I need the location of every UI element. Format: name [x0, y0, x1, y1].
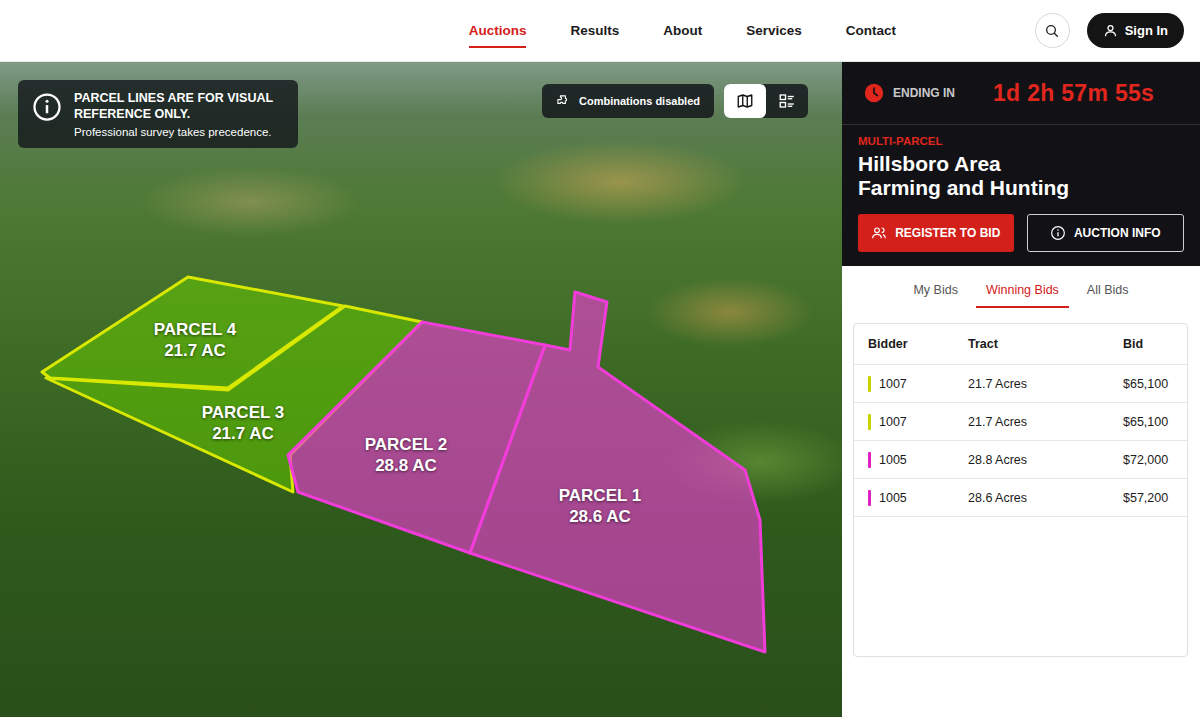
- nav-item[interactable]: Contact: [846, 0, 896, 61]
- sign-in-button[interactable]: Sign In: [1087, 13, 1184, 48]
- bid-tab[interactable]: My Bids: [903, 280, 967, 308]
- table-header: BidderTractBid: [854, 324, 1187, 365]
- bids-table: BidderTractBid100721.7 Acres$65,10010072…: [853, 323, 1188, 657]
- info-icon: [32, 92, 62, 122]
- bid-tab[interactable]: Winning Bids: [976, 280, 1069, 308]
- search-icon: [1044, 23, 1060, 39]
- user-icon: [1103, 23, 1118, 38]
- users-icon: [871, 225, 887, 241]
- aerial-map[interactable]: PARCEL 421.7 AC PARCEL 321.7 AC PARCEL 228…: [0, 62, 842, 717]
- clock-icon: [864, 83, 884, 103]
- parcel-label[interactable]: PARCEL 128.6 AC: [559, 485, 642, 528]
- parcel-shape[interactable]: [470, 292, 765, 652]
- register-button[interactable]: REGISTER TO BID: [858, 214, 1014, 252]
- auction-panel: ENDING IN1d 2h 57m 55s MULTI-PARCEL Hillsb…: [842, 62, 1200, 717]
- table-row[interactable]: 100721.7 Acres$65,100: [854, 365, 1187, 403]
- main-nav: Auctions Results About Services Contact: [0, 0, 1035, 61]
- table-row[interactable]: 100528.8 Acres$72,000: [854, 441, 1187, 479]
- nav-item[interactable]: About: [663, 0, 702, 61]
- bid-tab[interactable]: All Bids: [1077, 280, 1139, 308]
- parcel-label[interactable]: PARCEL 421.7 AC: [154, 319, 237, 362]
- color-bar: [868, 376, 871, 392]
- parcel-label[interactable]: PARCEL 321.7 AC: [202, 402, 285, 445]
- top-bar: Auctions Results About Services Contact Sign …: [0, 0, 1200, 62]
- nav-item[interactable]: Services: [746, 0, 802, 61]
- countdown: ENDING IN1d 2h 57m 55s: [842, 62, 1200, 125]
- color-bar: [868, 452, 871, 468]
- parcel-notice: PARCEL LINES ARE FOR VISUAL REFERENCE ON…: [18, 80, 298, 148]
- color-bar: [868, 414, 871, 430]
- info-icon: [1050, 225, 1066, 241]
- view-toggle: [724, 84, 808, 118]
- auction-type: MULTI-PARCEL: [858, 135, 1184, 147]
- list-icon: [778, 92, 796, 110]
- nav-item[interactable]: Results: [570, 0, 619, 61]
- search-button[interactable]: [1035, 13, 1070, 48]
- auction-header: ENDING IN1d 2h 57m 55s MULTI-PARCEL Hillsb…: [842, 62, 1200, 266]
- nav-item[interactable]: Auctions: [469, 0, 527, 61]
- view-button[interactable]: [766, 84, 808, 118]
- puzzle-icon: [556, 94, 571, 109]
- table-row[interactable]: 100721.7 Acres$65,100: [854, 403, 1187, 441]
- color-bar: [868, 490, 871, 506]
- parcel-layer: [0, 62, 842, 717]
- map-icon: [736, 92, 754, 110]
- auction-title: Hillsboro AreaFarming and Hunting: [858, 152, 1184, 200]
- auction-info-button[interactable]: AUCTION INFO: [1027, 214, 1185, 252]
- combinations-badge: Combinations disabled: [542, 84, 714, 118]
- parcel-label[interactable]: PARCEL 228.8 AC: [365, 434, 448, 477]
- bid-tabs: My Bids Winning Bids All Bids: [842, 266, 1200, 308]
- table-row[interactable]: 100528.6 Acres$57,200: [854, 479, 1187, 517]
- view-button[interactable]: [724, 84, 766, 118]
